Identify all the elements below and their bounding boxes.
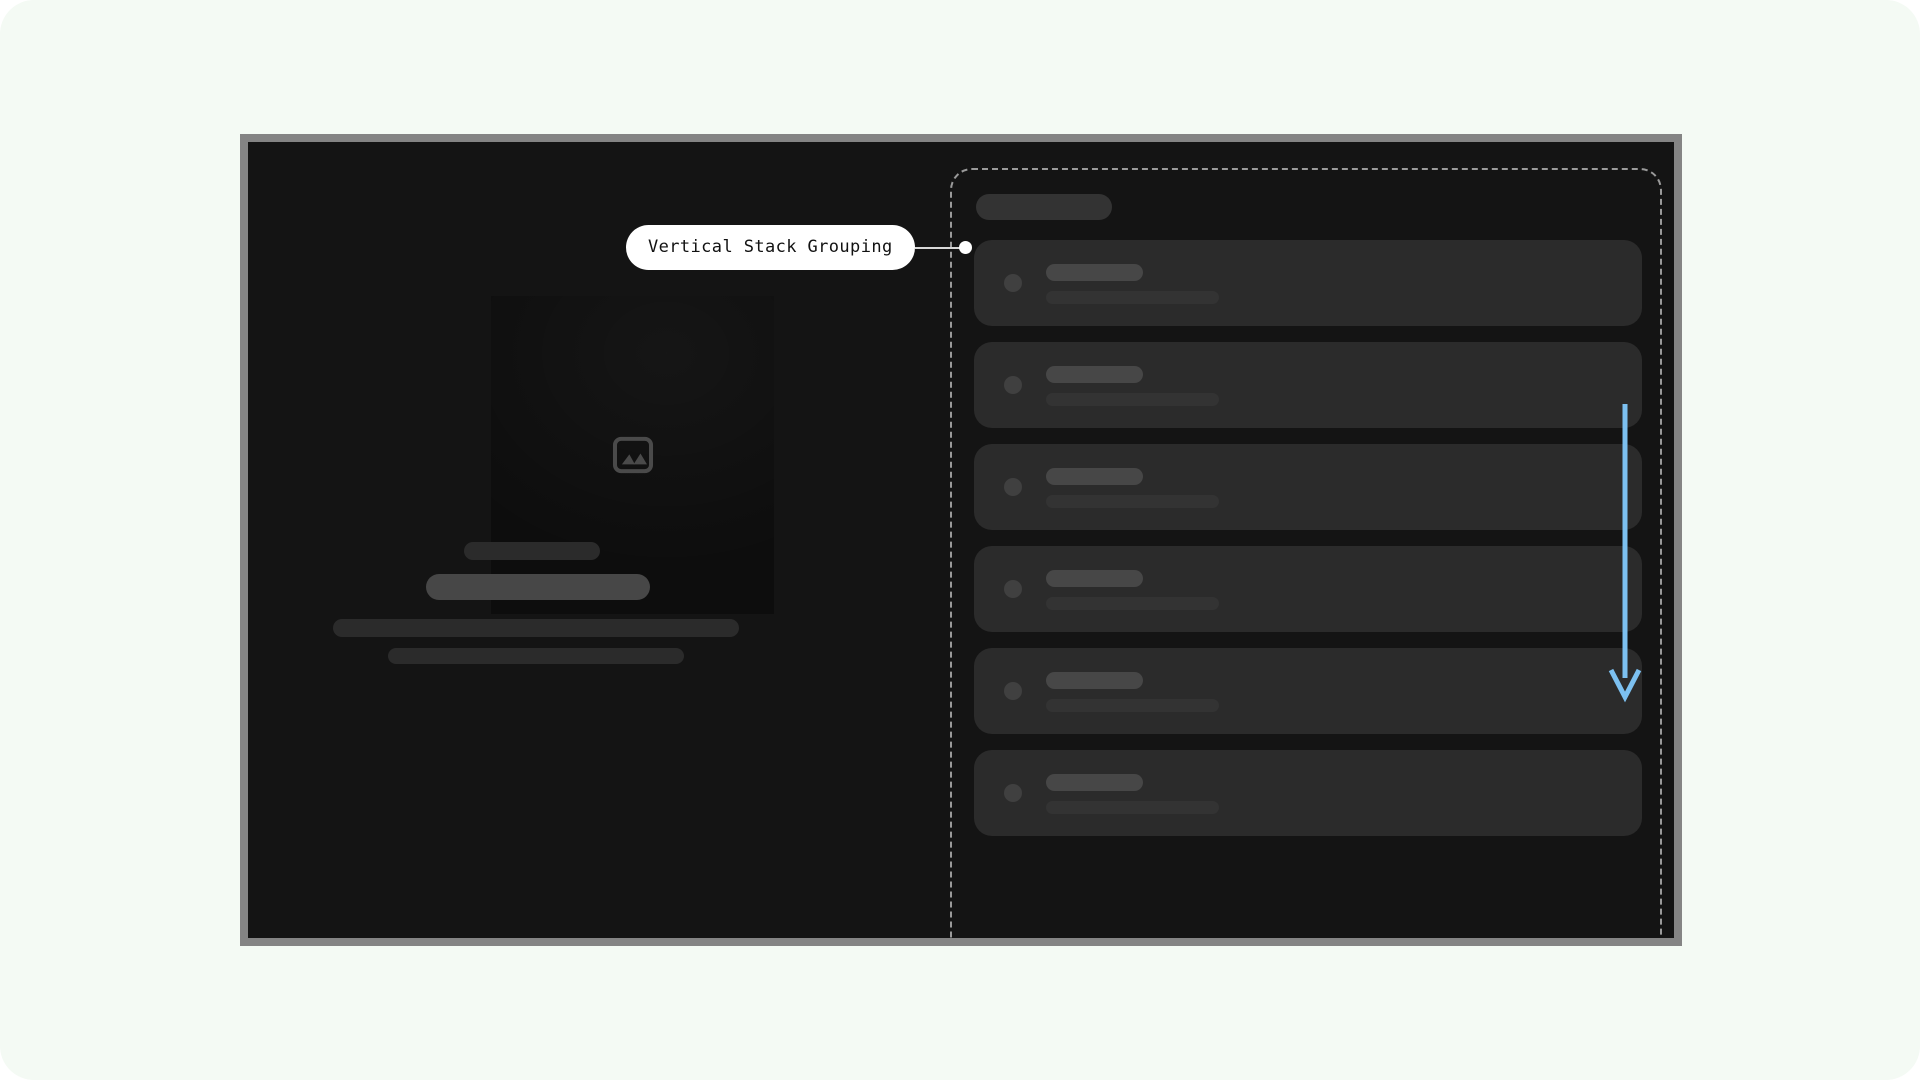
vertical-card-list <box>974 240 1642 836</box>
title-placeholder <box>1046 468 1143 485</box>
avatar <box>1004 682 1022 700</box>
list-header-placeholder <box>976 194 1112 220</box>
list-item-6[interactable] <box>974 750 1642 836</box>
title-placeholder <box>1046 366 1143 383</box>
detail-bar-1 <box>464 542 600 560</box>
detail-bar-3 <box>333 619 739 637</box>
annotation-label: Vertical Stack Grouping <box>626 225 915 270</box>
list-item-5[interactable] <box>974 648 1642 734</box>
subtitle-placeholder <box>1046 699 1219 712</box>
title-placeholder <box>1046 570 1143 587</box>
avatar <box>1004 274 1022 292</box>
vertical-flow-arrow-down-icon <box>1608 404 1642 703</box>
annotation-canvas: Vertical Stack Grouping <box>0 0 1920 1080</box>
annotation-endpoint-dot <box>958 241 972 254</box>
avatar <box>1004 580 1022 598</box>
avatar <box>1004 478 1022 496</box>
detail-bar-2 <box>426 574 650 600</box>
subtitle-placeholder <box>1046 597 1219 610</box>
annotation-connector-line <box>914 246 961 249</box>
subtitle-placeholder <box>1046 495 1219 508</box>
vertical-stack-group-box <box>950 168 1662 938</box>
list-item-3[interactable] <box>974 444 1642 530</box>
image-placeholder-icon <box>612 436 653 474</box>
subtitle-placeholder <box>1046 393 1219 406</box>
subtitle-placeholder <box>1046 291 1219 304</box>
hero-image-placeholder <box>491 296 774 614</box>
list-item-2[interactable] <box>974 342 1642 428</box>
avatar <box>1004 784 1022 802</box>
annotation-callout: Vertical Stack Grouping <box>626 225 972 270</box>
list-item-4[interactable] <box>974 546 1642 632</box>
detail-bar-4 <box>388 648 684 664</box>
title-placeholder <box>1046 672 1143 689</box>
subtitle-placeholder <box>1046 801 1219 814</box>
title-placeholder <box>1046 774 1143 791</box>
avatar <box>1004 376 1022 394</box>
list-item-1[interactable] <box>974 240 1642 326</box>
title-placeholder <box>1046 264 1143 281</box>
